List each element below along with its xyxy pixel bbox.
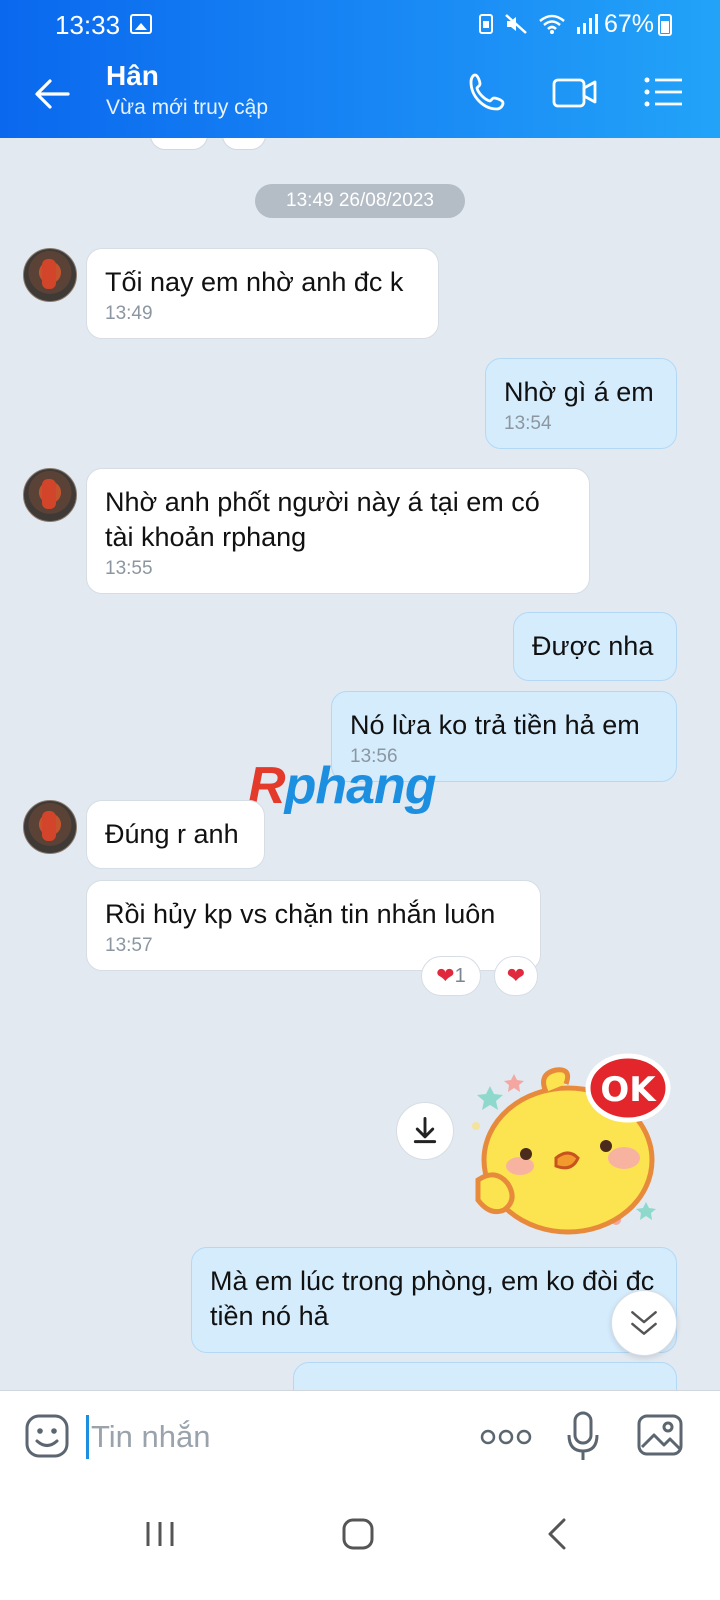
- video-call-icon[interactable]: [551, 70, 599, 114]
- mute-icon: [505, 14, 527, 34]
- message-bubble-incoming[interactable]: Tối nay em nhờ anh đc k 13:49: [86, 248, 439, 339]
- more-options-icon[interactable]: [480, 1425, 532, 1449]
- heart-icon: ❤: [436, 963, 455, 988]
- message-text: Nhờ anh phốt người này á tại em có tài k…: [105, 487, 540, 552]
- reaction-summary[interactable]: ❤ 1: [421, 956, 481, 996]
- phone-call-icon[interactable]: [466, 70, 510, 114]
- signal-icon: [577, 14, 598, 34]
- message-time: 13:55: [105, 558, 153, 579]
- status-bar: 13:33 67%: [0, 0, 720, 48]
- menu-list-icon[interactable]: [642, 70, 686, 114]
- contact-status: Vừa mới truy cập: [106, 96, 269, 119]
- message-bubble-outgoing[interactable]: Nhờ gì á em 13:54: [485, 358, 677, 449]
- message-text: Nhờ gì á em: [504, 377, 654, 407]
- heart-icon: ❤: [506, 963, 526, 988]
- reaction-count: 1: [454, 964, 466, 987]
- add-reaction-button[interactable]: ❤: [494, 956, 538, 996]
- message-bubble-outgoing[interactable]: Được nha: [513, 612, 677, 681]
- previous-reaction: [222, 138, 266, 150]
- message-time: 13:49: [105, 303, 153, 324]
- home-icon[interactable]: [338, 1514, 378, 1554]
- message-text: Đúng r anh: [105, 819, 239, 849]
- date-separator: 13:49 26/08/2023: [255, 184, 465, 218]
- app-header: 13:33 67% Hân Vừa mới truy cập: [0, 0, 720, 138]
- battery-icon: [658, 14, 672, 36]
- message-text: Nó lừa ko trả tiền hả em: [350, 710, 640, 740]
- download-sticker-icon[interactable]: [396, 1102, 454, 1160]
- wifi-icon: [539, 14, 565, 34]
- back-arrow-icon[interactable]: [32, 74, 72, 114]
- scroll-to-bottom-icon[interactable]: [611, 1290, 677, 1356]
- message-text: Được nha: [532, 631, 654, 661]
- watermark-logo: Rphang: [248, 757, 437, 815]
- message-bubble-incoming[interactable]: Nhờ anh phốt người này á tại em có tài k…: [86, 468, 590, 594]
- message-text: Mà em lúc trong phòng, em ko đòi đc tiền…: [210, 1266, 655, 1331]
- battery-percent: 67%: [603, 10, 654, 38]
- status-icons: [478, 13, 598, 35]
- message-input[interactable]: Tin nhắn: [86, 1415, 446, 1459]
- contact-avatar[interactable]: [23, 468, 77, 522]
- contact-avatar[interactable]: [23, 800, 77, 854]
- status-time: 13:33: [55, 10, 121, 40]
- message-bubble-outgoing[interactable]: Mà em lúc trong phòng, em ko đòi đc tiền…: [191, 1247, 677, 1353]
- message-time: 13:54: [504, 413, 552, 434]
- recent-apps-icon[interactable]: [140, 1514, 180, 1554]
- message-bubble-incoming[interactable]: Đúng r anh: [86, 800, 265, 869]
- previous-reaction: [150, 138, 208, 150]
- message-text: Rồi hủy kp vs chặn tin nhắn luôn: [105, 899, 496, 929]
- image-picker-icon[interactable]: [636, 1413, 684, 1457]
- ok-chick-sticker[interactable]: OK: [468, 1048, 678, 1238]
- message-composer: Tin nhắn: [0, 1390, 720, 1486]
- contact-name[interactable]: Hân: [106, 60, 159, 92]
- chat-area[interactable]: 13:49 26/08/2023 Tối nay em nhờ anh đc k…: [0, 138, 720, 1418]
- microphone-icon[interactable]: [566, 1411, 600, 1463]
- back-nav-icon[interactable]: [538, 1514, 578, 1554]
- emoji-sticker-icon[interactable]: [24, 1413, 70, 1459]
- sticker-ok-text: OK: [600, 1070, 657, 1110]
- contact-avatar[interactable]: [23, 248, 77, 302]
- gallery-notification-icon: [130, 14, 152, 34]
- system-nav-bar: [0, 1486, 720, 1600]
- message-bubble-incoming[interactable]: Rồi hủy kp vs chặn tin nhắn luôn 13:57: [86, 880, 541, 971]
- message-time: 13:57: [105, 935, 153, 956]
- message-text: Tối nay em nhờ anh đc k: [105, 267, 404, 297]
- sim-icon: [479, 14, 493, 34]
